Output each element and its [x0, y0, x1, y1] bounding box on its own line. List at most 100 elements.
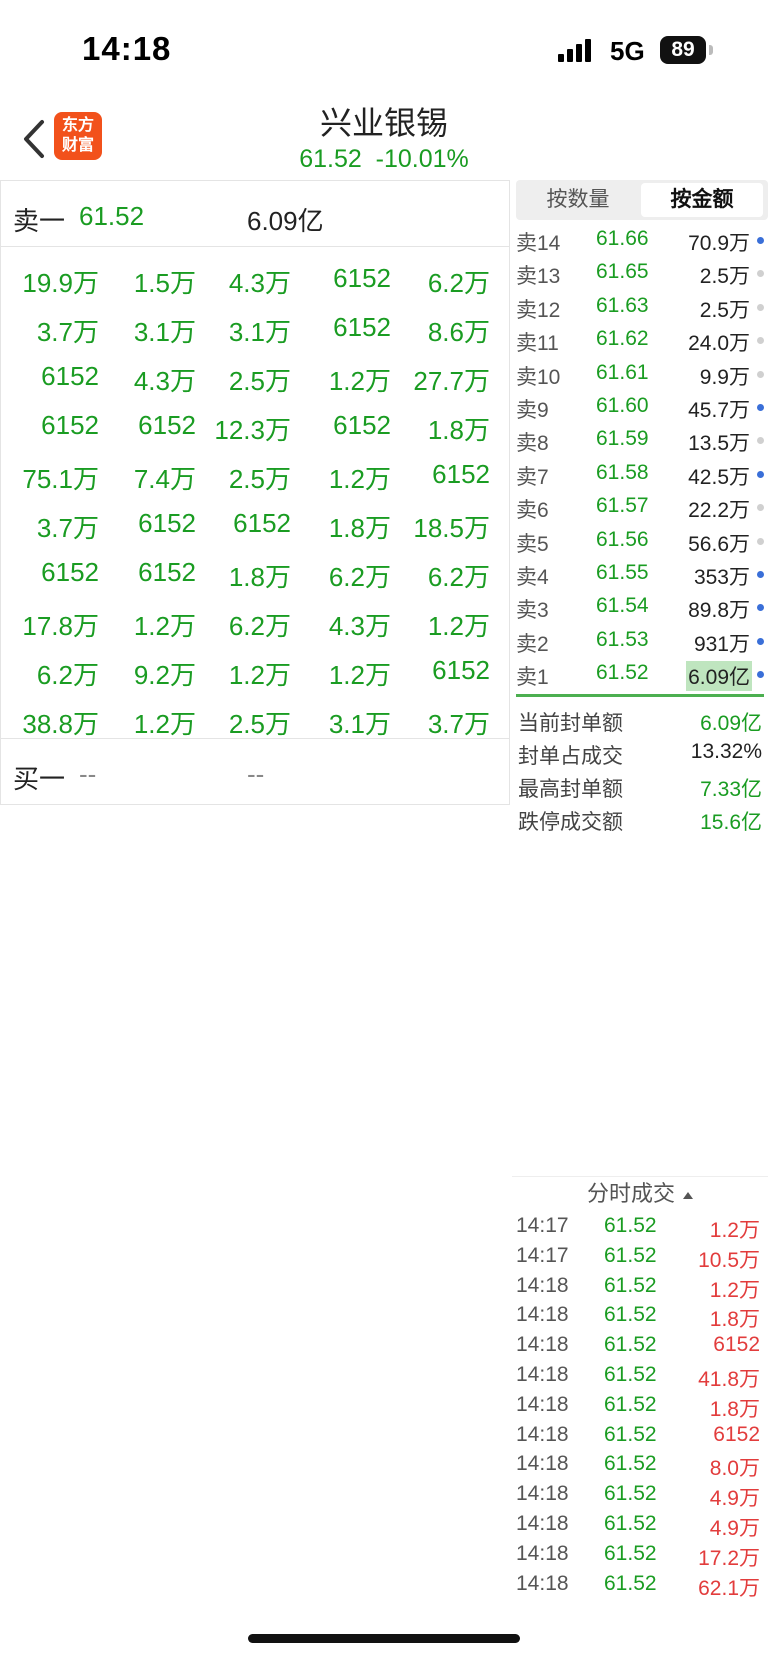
queue-order-amount: 75.1万: [22, 464, 99, 494]
ask-level-row[interactable]: 卖10 61.61 9.9万: [512, 356, 768, 389]
ask-level-label: 卖10: [516, 365, 561, 389]
tab-by-quantity[interactable]: 按数量: [519, 183, 637, 217]
trade-row: 14:17 61.52 10.5万: [512, 1240, 768, 1272]
time-sales-header[interactable]: 分时成交: [512, 1176, 768, 1210]
stat-label: 最高封单额: [518, 778, 623, 801]
bid1-amount: --: [247, 759, 265, 789]
ask-level-row[interactable]: 卖14 61.66 70.9万: [512, 222, 768, 255]
queue-row: 6152 6152 12.3万 6152 1.8万: [1, 402, 509, 451]
trade-row: 14:18 61.52 1.8万: [512, 1389, 768, 1421]
ask-level-row[interactable]: 卖5 61.56 56.6万: [512, 523, 768, 556]
trade-price: 61.52: [604, 1452, 657, 1476]
ask-level-price: 61.57: [596, 494, 649, 518]
ask-level-amount: 353万: [693, 565, 750, 589]
ask-level-price: 61.55: [596, 560, 649, 584]
ask-level-amount: 2.5万: [699, 298, 750, 322]
trade-row: 14:17 61.52 1.2万: [512, 1210, 768, 1242]
ask-level-row[interactable]: 卖1 61.52 6.09亿: [512, 656, 768, 692]
ask-level-label: 卖8: [516, 432, 549, 456]
ask-level-label: 卖3: [516, 599, 549, 623]
ask-level-row[interactable]: 卖8 61.59 13.5万: [512, 422, 768, 455]
stat-value: 6.09亿: [700, 712, 762, 735]
status-dot-icon: [757, 637, 764, 645]
trade-price: 61.52: [604, 1273, 657, 1297]
queue-order-amount: 6152: [41, 557, 99, 587]
queue-order-amount: 4.3万: [228, 268, 291, 298]
trade-time: 14:18: [516, 1392, 569, 1416]
ask-levels-list: 卖14 61.66 70.9万 卖13 61.65 2.5万卖12 61.63 2.5万 卖11…: [512, 222, 768, 692]
queue-row: 75.1万 7.4万 2.5万 1.2万 6152: [1, 451, 509, 500]
trade-time: 14:18: [516, 1273, 569, 1297]
ask-level-price: 61.63: [596, 293, 649, 317]
status-dot-icon: [757, 671, 764, 679]
ask-level-label: 卖12: [516, 298, 561, 322]
status-dot-icon: [757, 537, 764, 545]
queue-order-amount: 2.5万: [228, 709, 291, 739]
battery-icon: 89: [660, 36, 706, 64]
ask-level-price: 61.52: [596, 661, 649, 685]
status-dot-icon: [757, 303, 764, 311]
trade-time: 14:17: [516, 1214, 569, 1237]
stat-row: 当前封单额 6.09亿: [512, 702, 768, 735]
ask-level-row[interactable]: 卖6 61.57 22.2万: [512, 489, 768, 522]
order-queue-panel: 卖一 61.52 6.09亿 19.9万 1.5万 4.3万 6152 6.2万 3.7万…: [0, 180, 510, 805]
trade-time: 14:18: [516, 1541, 569, 1565]
status-dot-icon: [757, 604, 764, 612]
trade-price: 61.52: [604, 1482, 657, 1506]
tab-by-amount[interactable]: 按金额: [641, 183, 763, 217]
ask-level-price: 61.66: [596, 227, 649, 250]
stock-price-change: 61.52 -10.01%: [299, 145, 469, 173]
trade-time: 14:17: [516, 1243, 569, 1267]
ask-level-amount: 45.7万: [688, 398, 750, 422]
queue-row: 6.2万 9.2万 1.2万 1.2万 6152: [1, 647, 509, 696]
queue-order-amount: 7.4万: [133, 464, 196, 494]
queue-row: 6152 6152 1.8万 6.2万 6.2万: [1, 549, 509, 598]
ask-level-row[interactable]: 卖4 61.55 353万: [512, 556, 768, 589]
trade-row: 14:18 61.52 62.1万: [512, 1568, 768, 1600]
queue-order-amount: 9.2万: [133, 660, 196, 690]
queue-row: 3.7万 6152 6152 1.8万 18.5万: [1, 500, 509, 549]
ask-level-price: 61.61: [596, 360, 649, 384]
queue-order-amount: 6152: [138, 557, 196, 587]
home-indicator[interactable]: [248, 1634, 520, 1643]
queue-order-amount: 6.2万: [427, 268, 490, 298]
ask-level-price: 61.60: [596, 393, 649, 417]
ask-level-amount: 6.09亿: [686, 661, 752, 692]
ask-level-row[interactable]: 卖13 61.65 2.5万: [512, 255, 768, 288]
queue-row: 17.8万 1.2万 6.2万 4.3万 1.2万: [1, 598, 509, 647]
queue-order-amount: 1.2万: [228, 660, 291, 690]
trade-time: 14:18: [516, 1571, 569, 1595]
queue-order-amount: 1.2万: [427, 611, 490, 641]
screen: 14:18 5G 89 东方 财富 兴业银锡 61.52 -10.01% 卖一 …: [0, 0, 768, 1663]
ask-level-row[interactable]: 卖7 61.58 42.5万: [512, 456, 768, 489]
status-dot-icon: [757, 270, 764, 278]
queue-order-amount: 6152: [333, 312, 391, 342]
queue-order-amount: 6152: [432, 459, 490, 489]
trade-row: 14:18 61.52 41.8万: [512, 1359, 768, 1391]
stat-row: 最高封单额 7.33亿: [512, 768, 768, 801]
bid1-summary: 买一 -- --: [1, 738, 509, 804]
ask-level-row[interactable]: 卖11 61.62 24.0万: [512, 322, 768, 355]
ask-level-row[interactable]: 卖9 61.60 45.7万: [512, 389, 768, 422]
ask-level-price: 61.53: [596, 627, 649, 651]
divider: [516, 694, 764, 697]
bid1-label: 买一: [13, 764, 66, 794]
stat-value: 13.32%: [690, 740, 762, 763]
ask-level-amount: 24.0万: [688, 332, 750, 356]
stock-name: 兴业银锡: [319, 105, 448, 141]
ask-level-row[interactable]: 卖2 61.53 931万: [512, 623, 768, 656]
ask-level-amount: 9.9万: [699, 365, 750, 389]
ask-level-row[interactable]: 卖12 61.63 2.5万: [512, 289, 768, 322]
ask-level-label: 卖13: [516, 265, 561, 289]
queue-order-amount: 4.3万: [328, 611, 391, 641]
trade-volume: 62.1万: [698, 1576, 760, 1600]
trade-price: 61.52: [604, 1362, 657, 1386]
amount-mode-tabs: 按数量 按金额: [516, 180, 768, 220]
queue-order-amount: 6152: [138, 410, 196, 440]
ask-level-row[interactable]: 卖3 61.54 89.8万: [512, 589, 768, 622]
trade-price: 61.52: [604, 1303, 657, 1327]
network-type: 5G: [610, 36, 645, 66]
queue-order-amount: 3.7万: [427, 709, 490, 739]
trade-row: 14:18 61.52 6152: [512, 1419, 768, 1449]
trade-volume: 6152: [713, 1333, 760, 1357]
